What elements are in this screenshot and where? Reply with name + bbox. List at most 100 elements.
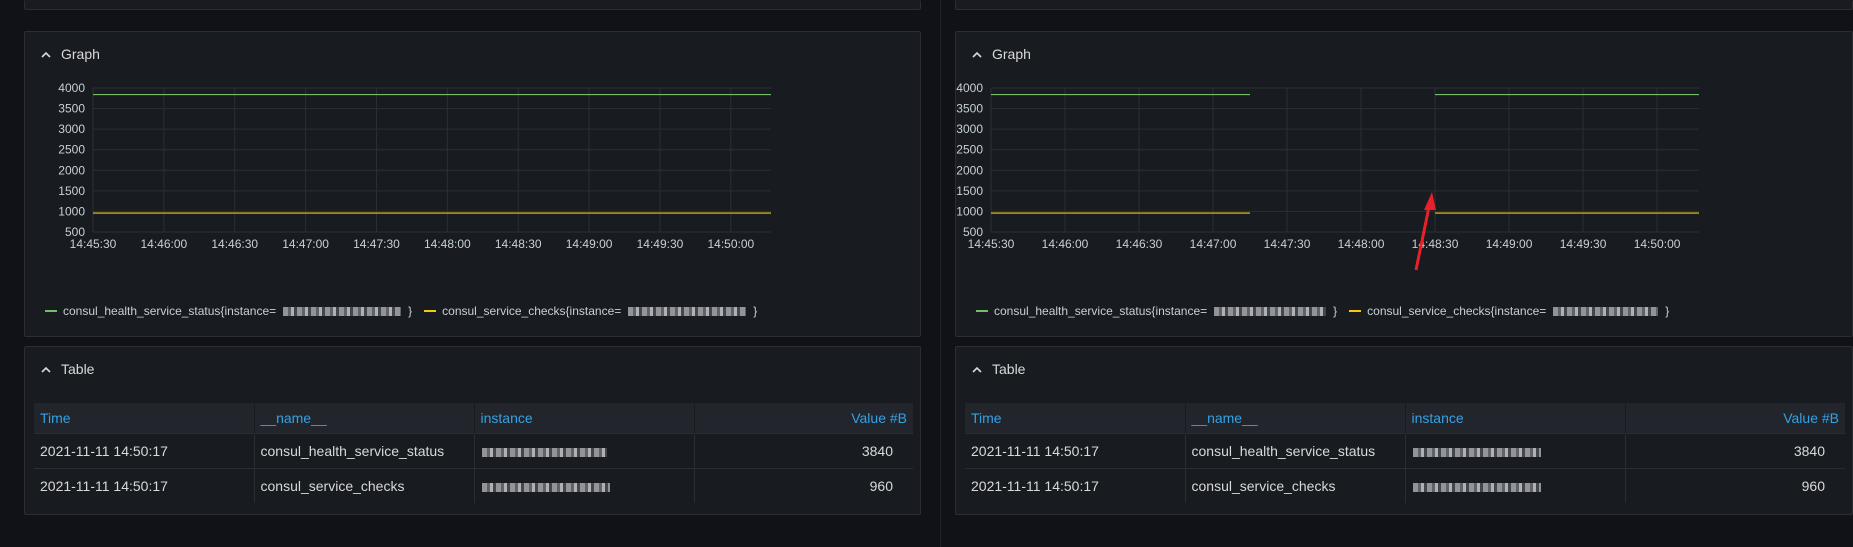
column-header-time[interactable]: Time	[965, 403, 1186, 434]
cell-time: 2021-11-11 14:50:17	[34, 468, 255, 503]
table-panel-title: Table	[61, 361, 95, 377]
table-panel: Table Time __name__ instance Value #B 20…	[955, 346, 1853, 515]
chevron-up-icon	[39, 362, 53, 376]
y-tick-label: 3000	[956, 122, 983, 136]
redacted-instance	[628, 306, 747, 316]
column-header-name[interactable]: __name__	[254, 403, 475, 434]
x-tick-label: 14:48:30	[495, 237, 542, 251]
y-tick-label: 3500	[956, 102, 983, 116]
previous-panel-stub	[955, 0, 1853, 10]
redacted-instance	[1553, 306, 1659, 316]
table-panel: Table Time __name__ instance Value #B 20…	[24, 346, 921, 515]
x-tick-label: 14:48:30	[1412, 237, 1459, 251]
legend-item-health-status[interactable]: consul_health_service_status{instance=}	[976, 304, 1337, 318]
y-tick-label: 2000	[956, 163, 983, 177]
y-tick-label: 4000	[58, 81, 85, 95]
cell-name: consul_health_service_status	[1185, 433, 1406, 469]
y-tick-label: 2000	[58, 163, 85, 177]
redacted-instance	[1412, 482, 1541, 492]
legend-swatch	[424, 310, 437, 312]
cell-time: 2021-11-11 14:50:17	[34, 433, 255, 469]
x-tick-label: 14:46:00	[1042, 237, 1089, 251]
x-tick-label: 14:45:30	[968, 237, 1015, 251]
legend-label-suffix: }	[408, 304, 413, 318]
x-tick-label: 14:47:00	[282, 237, 329, 251]
x-tick-label: 14:45:30	[70, 237, 117, 251]
column-header-instance[interactable]: instance	[474, 403, 695, 434]
cell-name: consul_health_service_status	[254, 433, 475, 469]
legend-label-prefix: consul_health_service_status{instance=	[994, 304, 1208, 318]
legend-label-suffix: }	[1665, 304, 1670, 318]
y-tick-label: 4000	[956, 81, 983, 95]
redacted-instance	[1412, 447, 1541, 457]
y-tick-label: 3500	[58, 102, 85, 116]
x-tick-label: 14:46:00	[141, 237, 188, 251]
column-header-value[interactable]: Value #B	[1625, 403, 1845, 434]
column-header-value[interactable]: Value #B	[694, 403, 913, 434]
cell-name: consul_service_checks	[1185, 468, 1406, 503]
cell-instance	[474, 433, 695, 469]
column-header-name[interactable]: __name__	[1185, 403, 1406, 434]
cell-value: 960	[694, 468, 913, 503]
y-tick-label: 2500	[58, 143, 85, 157]
y-tick-label: 3000	[58, 122, 85, 136]
legend-swatch	[1349, 310, 1362, 312]
cell-value: 3840	[1625, 433, 1845, 469]
table-panel-header[interactable]: Table	[39, 359, 94, 379]
legend-item-service-checks[interactable]: consul_service_checks{instance=}	[1349, 304, 1669, 318]
legend-item-health-status[interactable]: consul_health_service_status{instance=}	[45, 304, 412, 318]
cell-instance	[474, 468, 695, 503]
column-header-time[interactable]: Time	[34, 403, 255, 434]
cell-value: 3840	[694, 433, 913, 469]
legend-label-prefix: consul_health_service_status{instance=	[63, 304, 277, 318]
y-tick-label: 1000	[58, 204, 85, 218]
y-tick-label: 2500	[956, 143, 983, 157]
x-tick-label: 14:49:00	[1486, 237, 1533, 251]
x-tick-label: 14:49:30	[1560, 237, 1607, 251]
x-tick-label: 14:47:30	[353, 237, 400, 251]
y-tick-label: 1500	[956, 184, 983, 198]
cell-time: 2021-11-11 14:50:17	[965, 433, 1186, 469]
graph-chart[interactable]: 500100015002000250030003500400014:45:30 1…	[25, 32, 922, 302]
table-panel-title: Table	[992, 361, 1026, 377]
dashboard: Graph 500 1000 1500 2000 2500 3000 3500 4000 14:…	[0, 0, 1853, 547]
legend-label-prefix: consul_service_checks{instance=	[442, 304, 622, 318]
previous-panel-stub	[24, 0, 921, 10]
cell-instance	[1405, 468, 1626, 503]
table-panel-header[interactable]: Table	[970, 359, 1025, 379]
x-tick-label: 14:50:00	[707, 237, 754, 251]
right-column: Graph 500 1000 1500 2000 2500 3000 3500 4000 14:…	[932, 0, 1853, 547]
chevron-up-icon	[970, 362, 984, 376]
x-tick-label: 14:47:30	[1264, 237, 1311, 251]
graph-chart[interactable]: 500100015002000250030003500400014:45:30 1…	[956, 32, 1853, 302]
redacted-instance	[481, 482, 610, 492]
legend-label-suffix: }	[753, 304, 758, 318]
table-row: 2021-11-11 14:50:17 consul_service_check…	[34, 468, 913, 503]
legend-label-prefix: consul_service_checks{instance=	[1367, 304, 1547, 318]
x-tick-label: 14:46:30	[1116, 237, 1163, 251]
x-tick-label: 14:49:30	[637, 237, 684, 251]
x-tick-label: 14:50:00	[1634, 237, 1681, 251]
redacted-instance	[481, 447, 607, 457]
x-tick-label: 14:48:00	[424, 237, 471, 251]
data-table: Time __name__ instance Value #B 2021-11-…	[34, 403, 913, 503]
cell-instance	[1405, 433, 1626, 469]
table-header-row: Time __name__ instance Value #B	[34, 403, 913, 434]
legend-label-suffix: }	[1333, 304, 1338, 318]
table-row: 2021-11-11 14:50:17 consul_service_check…	[965, 468, 1845, 503]
x-tick-label: 14:48:00	[1338, 237, 1385, 251]
legend-swatch	[976, 310, 988, 312]
y-tick-label: 1000	[956, 204, 983, 218]
table-row: 2021-11-11 14:50:17 consul_health_servic…	[965, 433, 1845, 469]
graph-panel: Graph 500 1000 1500 2000 2500 3000 3500 4000 14:…	[24, 31, 921, 337]
y-tick-label: 1500	[58, 184, 85, 198]
legend-item-service-checks[interactable]: consul_service_checks{instance=}	[424, 304, 757, 318]
x-tick-label: 14:46:30	[211, 237, 258, 251]
table-header-row: Time __name__ instance Value #B	[965, 403, 1845, 434]
redacted-instance	[283, 306, 402, 316]
table-row: 2021-11-11 14:50:17 consul_health_servic…	[34, 433, 913, 469]
redacted-instance	[1214, 306, 1327, 316]
column-header-instance[interactable]: instance	[1405, 403, 1626, 434]
graph-panel: Graph 500 1000 1500 2000 2500 3000 3500 4000 14:…	[955, 31, 1853, 337]
graph-legend: consul_health_service_status{instance=} …	[45, 304, 757, 318]
